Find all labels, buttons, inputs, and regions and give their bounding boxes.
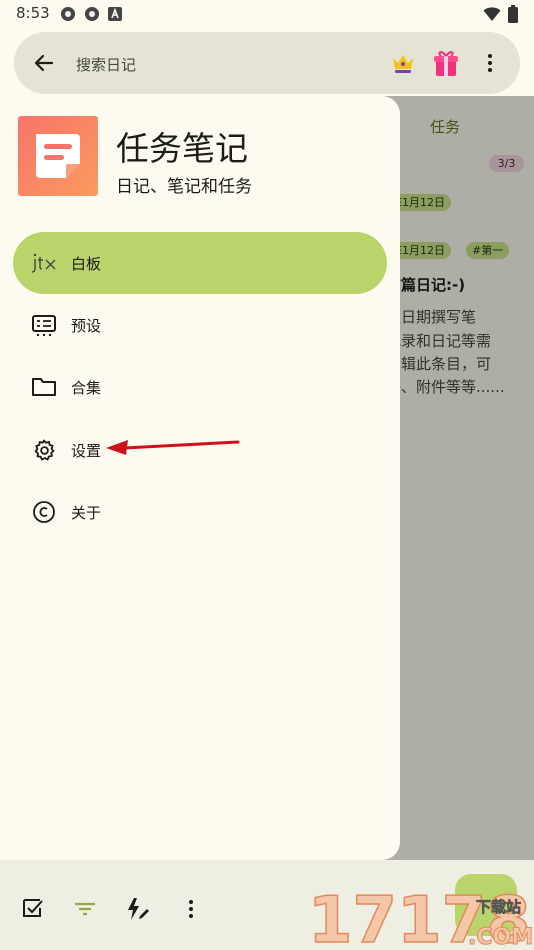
watermark-logo: 17178 下载站 .COM — [308, 883, 534, 950]
app-title: 任务笔记 — [116, 129, 248, 168]
status-time: 8:53 — [16, 4, 50, 22]
drawer-item-label: 预设 — [71, 317, 102, 335]
annotation-arrow-icon — [106, 440, 240, 455]
copyright-icon — [33, 501, 55, 523]
notification-a-icon — [108, 7, 122, 21]
search-input[interactable]: 搜索日记 — [76, 54, 136, 75]
more-vert-icon[interactable] — [478, 51, 502, 75]
app-logo — [18, 116, 98, 196]
navigation-drawer: 任务笔记 日记、笔记和任务 白板 预设 合集 设置 关于 — [0, 96, 400, 860]
battery-icon — [508, 5, 518, 23]
filter-icon[interactable] — [72, 896, 98, 922]
drawer-item-label: 合集 — [71, 379, 102, 397]
quick-add-icon[interactable] — [124, 896, 150, 922]
drawer-item-label: 设置 — [71, 442, 102, 460]
notification-app-icon — [61, 7, 75, 21]
drawer-item-label: 白板 — [71, 255, 102, 273]
wifi-icon — [483, 7, 501, 21]
preset-icon — [32, 315, 56, 336]
folder-icon — [32, 378, 56, 396]
drawer-item-label: 关于 — [71, 504, 102, 522]
jtx-board-icon — [31, 253, 56, 273]
watermark-suffix: 下载站 — [476, 898, 521, 916]
notification-app-icon-2 — [85, 7, 99, 21]
watermark-domain: .COM — [468, 925, 533, 950]
status-bar: 8:53 — [0, 0, 534, 30]
checkbox-icon[interactable] — [19, 896, 45, 922]
gift-icon[interactable] — [433, 49, 459, 77]
app-subtitle: 日记、笔记和任务 — [116, 177, 252, 197]
drawer-item-presets[interactable]: 预设 — [13, 294, 387, 356]
note-logo-icon — [36, 134, 80, 178]
search-bar: 搜索日记 — [14, 32, 520, 94]
gear-icon — [34, 439, 55, 461]
drawer-item-about[interactable]: 关于 — [13, 481, 387, 543]
more-vert-icon[interactable] — [178, 896, 204, 922]
drawer-item-board[interactable]: 白板 — [13, 232, 387, 294]
crown-icon[interactable] — [390, 50, 416, 76]
back-arrow-icon[interactable] — [32, 51, 56, 75]
drawer-item-collections[interactable]: 合集 — [13, 356, 387, 418]
